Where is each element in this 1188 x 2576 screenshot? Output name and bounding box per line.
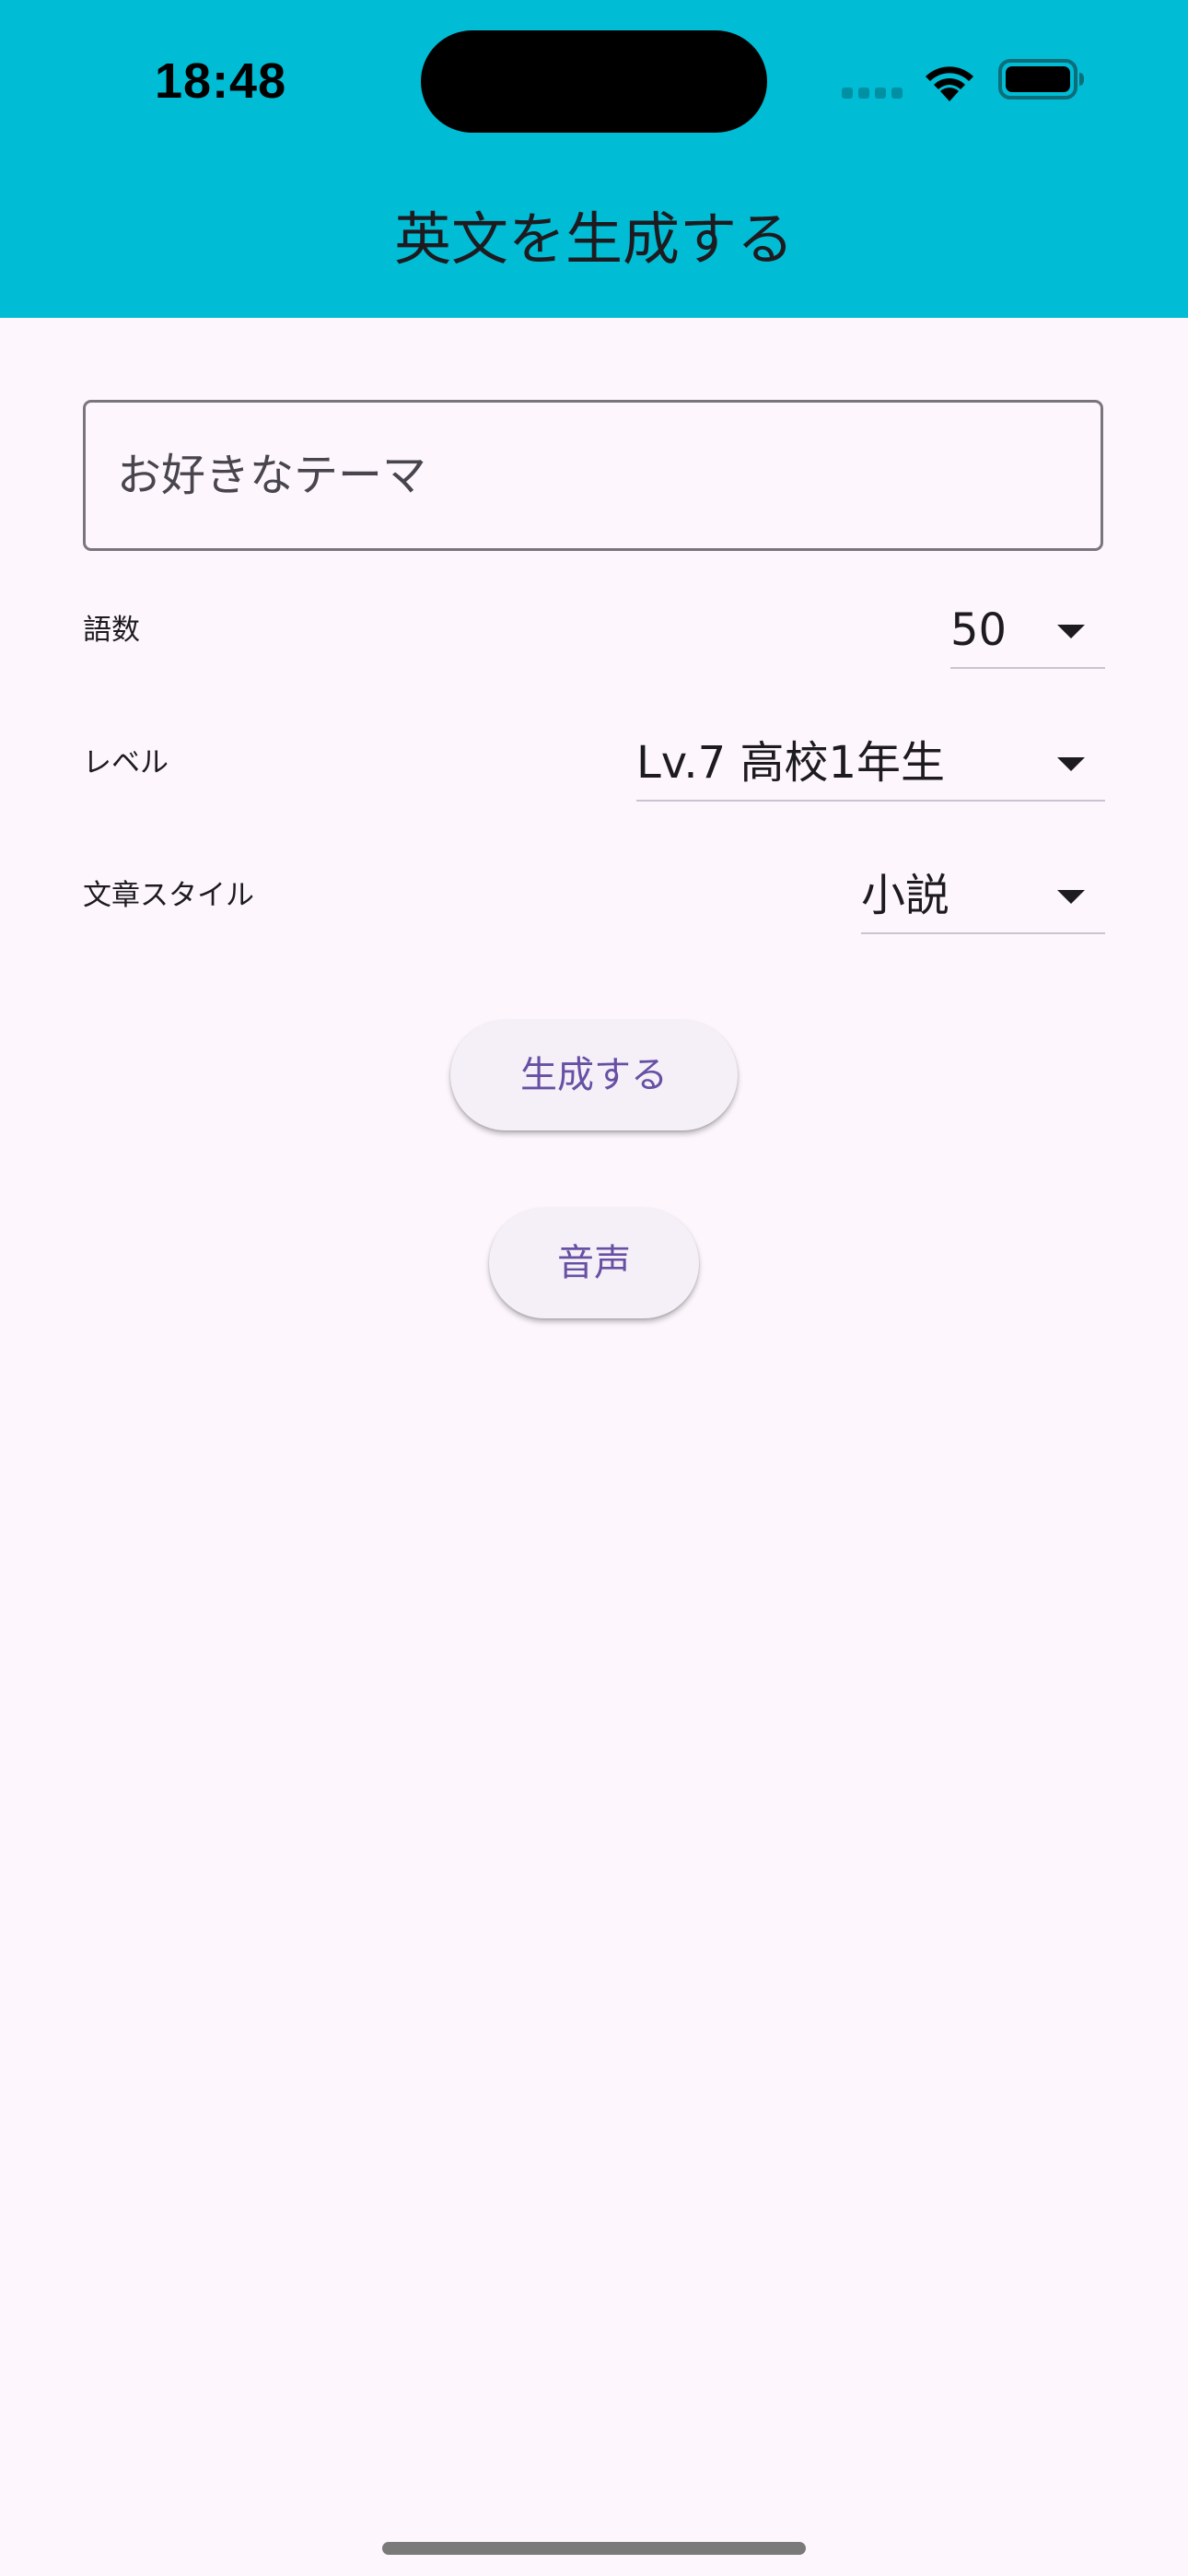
level-label: レベル — [83, 746, 169, 779]
style-dropdown[interactable]: 小説 — [861, 851, 1105, 934]
theme-input[interactable] — [117, 403, 1056, 548]
home-indicator[interactable] — [382, 2542, 806, 2555]
theme-field[interactable] — [83, 400, 1103, 551]
dynamic-island — [421, 30, 767, 133]
style-value: 小説 — [861, 870, 950, 921]
style-row: 文章スタイル 小説 — [83, 851, 1105, 934]
word-count-label: 語数 — [83, 614, 140, 647]
status-time: 18:48 — [155, 53, 287, 109]
wifi-icon — [926, 66, 973, 101]
chevron-down-icon — [1057, 890, 1085, 904]
style-label: 文章スタイル — [83, 879, 254, 912]
word-count-row: 語数 50 — [83, 586, 1105, 669]
level-value: Lv.7 高校1年生 — [636, 737, 946, 789]
level-dropdown[interactable]: Lv.7 高校1年生 — [636, 719, 1105, 802]
chevron-down-icon — [1057, 625, 1085, 638]
audio-button[interactable]: 音声 — [489, 1208, 699, 1318]
battery-icon — [998, 59, 1084, 100]
page-title: 英文を生成する — [393, 205, 794, 273]
signal-icon — [842, 88, 904, 99]
chevron-down-icon — [1057, 757, 1085, 771]
app-bar: 18:48 英文を生成する — [0, 0, 1188, 318]
word-count-value: 50 — [950, 604, 1007, 656]
level-row: レベル Lv.7 高校1年生 — [83, 719, 1105, 802]
word-count-dropdown[interactable]: 50 — [950, 586, 1105, 669]
generate-button[interactable]: 生成する — [450, 1020, 738, 1130]
